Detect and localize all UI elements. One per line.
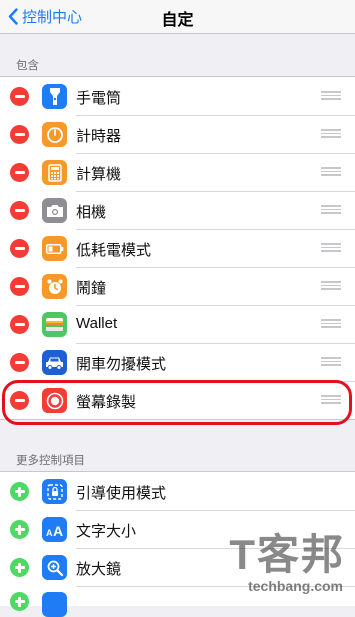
list-item-camera: 相機 [0,191,355,229]
item-label: 螢幕錄製 [76,394,137,411]
list-item-low-power: 低耗電模式 [0,229,355,267]
camera-icon [42,198,67,223]
section-header-included: 包含 [16,60,39,72]
battery-icon [42,236,67,261]
add-button[interactable] [10,482,29,501]
text-size-icon: AA [42,517,67,542]
remove-button[interactable] [10,391,29,410]
remove-button[interactable] [10,125,29,144]
minus-icon [14,133,25,136]
nav-bar: 控制中心 自定 [0,0,355,34]
list-item-partial [0,586,355,617]
more-list: 引導使用模式 AA 文字大小 放大鏡 [0,471,355,617]
car-icon [42,350,67,375]
reorder-handle[interactable] [321,91,341,100]
minus-icon [14,361,25,364]
reorder-handle[interactable] [321,319,341,328]
remove-button[interactable] [10,239,29,258]
page-title: 自定 [161,12,194,29]
list-item-guided-access: 引導使用模式 [0,472,355,510]
item-label: 開車勿擾模式 [76,356,167,373]
list-item-flashlight: 手電筒 [0,77,355,115]
reorder-handle[interactable] [321,243,341,252]
item-label: 低耗電模式 [76,242,152,259]
list-item-alarm: 鬧鐘 [0,267,355,305]
reorder-handle[interactable] [321,357,341,366]
item-label: 鬧鐘 [76,280,107,297]
item-label: 放大鏡 [76,561,122,578]
reorder-handle[interactable] [321,205,341,214]
screen-record-icon [42,388,67,413]
calculator-icon [42,160,67,185]
magnifier-icon [42,555,67,580]
guided-access-icon [42,479,67,504]
included-list: 手電筒 計時器 計算機 相機 低耗電模式 鬧鐘 Wallet 開車勿擾模式 螢幕… [0,76,355,420]
remove-button[interactable] [10,87,29,106]
item-label: 文字大小 [76,523,137,540]
minus-icon [14,95,25,98]
item-label: 相機 [76,204,107,221]
reorder-handle[interactable] [321,167,341,176]
list-item-timer: 計時器 [0,115,355,153]
minus-icon [14,247,25,250]
add-button[interactable] [10,520,29,539]
item-label: 手電筒 [76,90,122,107]
svg-text:A: A [46,528,53,537]
timer-icon [42,122,67,147]
flashlight-icon [42,84,67,109]
svg-text:A: A [53,523,63,537]
minus-icon [14,171,25,174]
item-label: 計算機 [76,166,122,183]
item-label: 計時器 [76,128,122,145]
list-item-magnifier: 放大鏡 [0,548,355,586]
remove-button[interactable] [10,277,29,296]
remove-button[interactable] [10,163,29,182]
wallet-icon [42,312,67,337]
add-button[interactable] [10,558,29,577]
remove-button[interactable] [10,315,29,334]
minus-icon [14,399,25,402]
add-button[interactable] [10,592,29,611]
reorder-handle[interactable] [321,395,341,404]
reorder-handle[interactable] [321,129,341,138]
item-label: 引導使用模式 [76,485,167,502]
minus-icon [14,323,25,326]
partial-icon [42,592,67,617]
list-item-calculator: 計算機 [0,153,355,191]
alarm-icon [42,274,67,299]
reorder-handle[interactable] [321,281,341,290]
list-item-text-size: AA 文字大小 [0,510,355,548]
remove-button[interactable] [10,201,29,220]
list-item-screen-recording: 螢幕錄製 [0,381,355,419]
list-item-wallet: Wallet [0,305,355,343]
remove-button[interactable] [10,353,29,372]
list-item-driving-dnd: 開車勿擾模式 [0,343,355,381]
minus-icon [14,209,25,212]
item-label: Wallet [76,315,118,332]
section-header-more: 更多控制項目 [16,455,85,467]
minus-icon [14,285,25,288]
